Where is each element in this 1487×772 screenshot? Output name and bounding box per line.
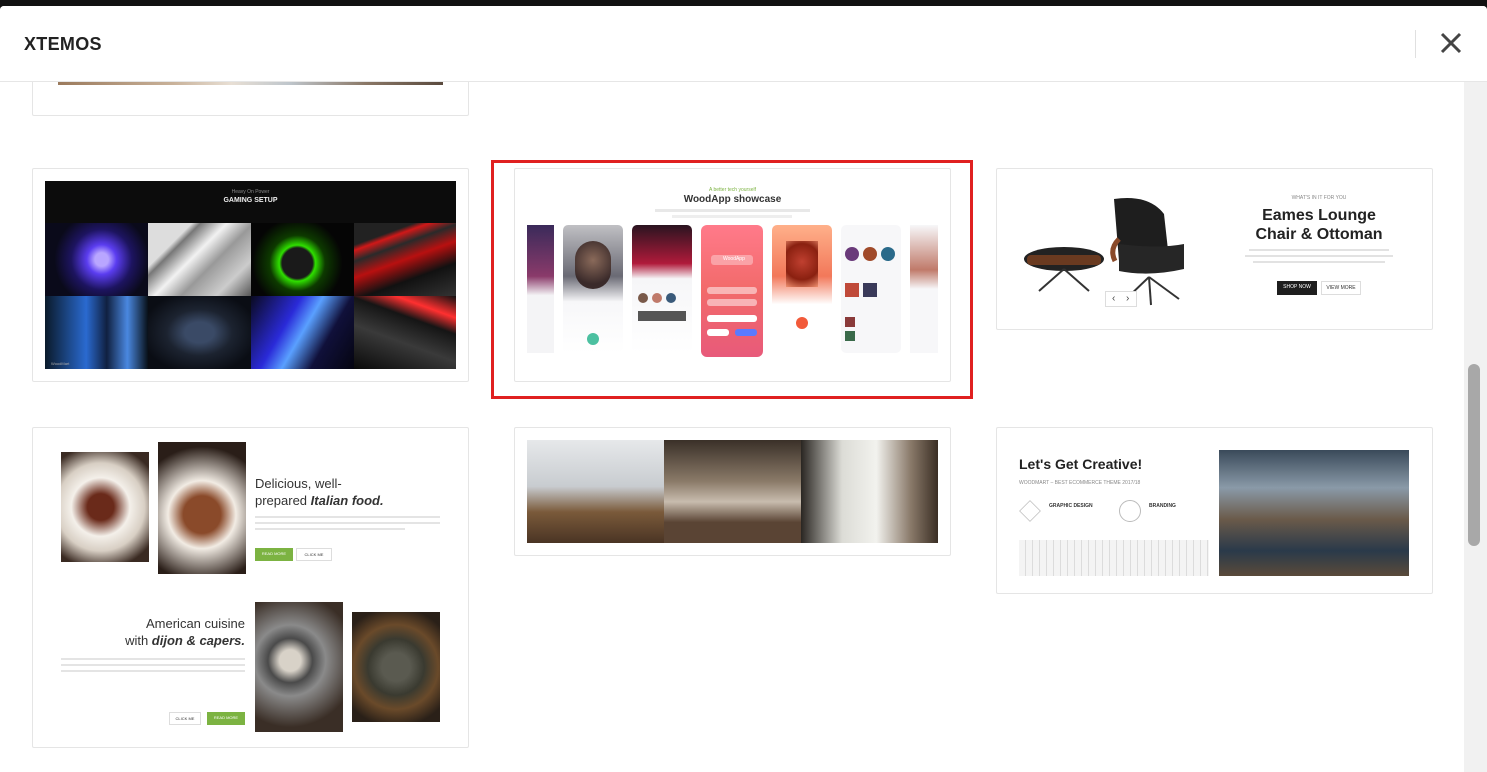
thumb-tile [148, 296, 251, 369]
selected-template-outline [491, 160, 973, 399]
thumb-sketch [1019, 540, 1209, 576]
template-library-modal: XTEMOS Heavy On Power GAMING SETUP WoodM… [0, 6, 1487, 772]
thumb-heading: GAMING SETUP [223, 197, 278, 204]
thumb-heading-line2: prepared Italian food. [255, 493, 384, 508]
thumb-heading: Let's Get Creative! [1019, 456, 1143, 472]
thumb-photo [664, 440, 801, 543]
feature-title: BRANDING [1149, 503, 1176, 509]
template-card-lets-get-creative[interactable]: Let's Get Creative! WOODMART – BEST ECOM… [996, 427, 1433, 594]
click-me-button[interactable]: CLICK ME [296, 548, 332, 561]
shop-now-button[interactable]: SHOP NOW [1277, 281, 1317, 295]
thumb-tile [251, 223, 354, 296]
thumb-photo [527, 440, 664, 543]
close-button[interactable] [1436, 28, 1466, 58]
template-grid: Heavy On Power GAMING SETUP WoodMart A b… [0, 82, 1464, 772]
template-thumbnail [58, 82, 443, 85]
slider-arrows[interactable]: ‹ › [1105, 291, 1137, 307]
template-thumbnail: Heavy On Power GAMING SETUP WoodMart [45, 181, 456, 369]
thumb-text-line [255, 522, 440, 524]
thumb-text-line [1245, 255, 1393, 257]
thumb-text-line [61, 658, 245, 660]
thumb-text-line [255, 516, 440, 518]
template-thumbnail: Let's Get Creative! WOODMART – BEST ECOM… [1009, 440, 1420, 583]
thumb-heading2-line1: American cuisine [146, 616, 245, 631]
thumb-kicker: WHAT'S IN IT FOR YOU [1291, 195, 1347, 201]
thumb-subheading: WOODMART – BEST ECOMMERCE THEME 2017/18 [1019, 480, 1141, 486]
thumb-tile [45, 223, 148, 296]
template-card-eames-lounge[interactable]: ‹ › WHAT'S IN IT FOR YOU Eames Lounge Ch… [996, 168, 1433, 330]
template-thumbnail: Delicious, well- prepared Italian food. … [45, 440, 456, 737]
thumb-photo [61, 452, 149, 562]
thumb-tile [354, 223, 456, 296]
template-thumbnail [527, 440, 938, 543]
template-thumbnail: ‹ › WHAT'S IN IT FOR YOU Eames Lounge Ch… [1009, 181, 1420, 321]
template-card-partial[interactable] [32, 82, 469, 116]
thumb-photo [1219, 450, 1409, 576]
arrow-right-icon[interactable]: › [1126, 293, 1129, 304]
thumb-kicker: Heavy On Power [231, 189, 270, 195]
feature-title: GRAPHIC DESIGN [1049, 503, 1093, 509]
thumb-photo [158, 442, 246, 574]
scroll-thumb[interactable] [1468, 364, 1480, 546]
thumb-tile [251, 296, 354, 369]
thumb-text-line [61, 664, 245, 666]
scrollbar[interactable] [1464, 82, 1487, 772]
thumb-heading-line1: Delicious, well- [255, 476, 342, 491]
thumb-heading2-line2: with dijon & capers. [125, 633, 245, 648]
thumb-tile [45, 296, 148, 369]
read-more-button[interactable]: READ MORE [255, 548, 293, 561]
view-more-button[interactable]: VIEW MORE [1321, 281, 1361, 295]
close-icon [1440, 32, 1462, 54]
click-me-button[interactable]: CLICK ME [169, 712, 201, 725]
thumb-tile [148, 223, 251, 296]
thumb-text-line [61, 670, 245, 672]
template-card-italian-food[interactable]: Delicious, well- prepared Italian food. … [32, 427, 469, 748]
thumb-text-line [1249, 249, 1389, 251]
header-divider [1415, 30, 1416, 58]
thumb-heading-line2: Chair & Ottoman [1255, 226, 1383, 243]
thumb-text-line [255, 528, 405, 530]
modal-header: XTEMOS [0, 6, 1487, 82]
thumb-tile [354, 296, 456, 369]
thumb-text-line [1253, 261, 1385, 263]
arrow-left-icon[interactable]: ‹ [1112, 293, 1115, 304]
read-more-button[interactable]: READ MORE [207, 712, 245, 725]
thumb-photo [352, 612, 440, 722]
thumb-brand: WoodMart [51, 361, 70, 366]
template-card-gaming-setup[interactable]: Heavy On Power GAMING SETUP WoodMart [32, 168, 469, 382]
palette-icon [1119, 500, 1141, 522]
thumb-heading-line1: Eames Lounge [1262, 207, 1376, 224]
modal-title: XTEMOS [24, 34, 102, 54]
thumb-photo [255, 602, 343, 732]
ruler-icon [1019, 500, 1041, 522]
template-card-interior-collage[interactable] [514, 427, 951, 556]
thumb-photo [801, 440, 938, 543]
